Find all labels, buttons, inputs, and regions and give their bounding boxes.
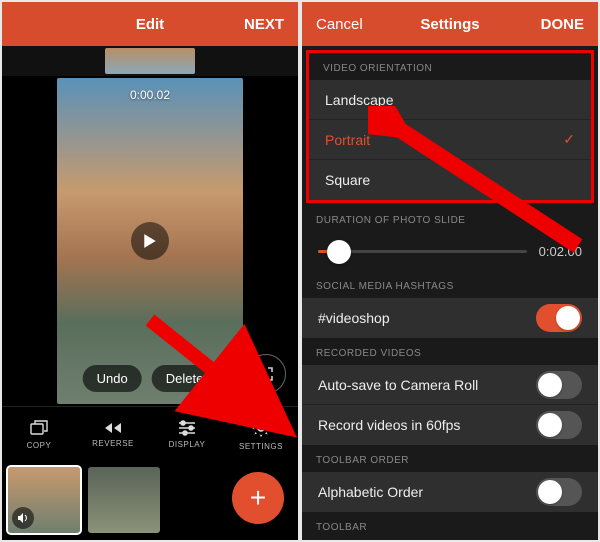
edit-header: Edit NEXT bbox=[2, 2, 298, 46]
duration-slider[interactable] bbox=[318, 250, 527, 253]
clip-thumb-1[interactable] bbox=[8, 467, 80, 533]
duration-value: 0:02.00 bbox=[539, 244, 582, 259]
tool-display[interactable]: DISPLAY bbox=[150, 407, 224, 462]
orientation-landscape[interactable]: Landscape bbox=[309, 80, 591, 120]
tool-copy[interactable]: COPY bbox=[2, 407, 76, 462]
settings-screen: Cancel Settings DONE VIDEO ORIENTATION L… bbox=[302, 2, 598, 540]
orientation-square[interactable]: Square bbox=[309, 160, 591, 200]
tool-copy-label: COPY bbox=[27, 441, 52, 450]
alphabetic-toggle[interactable] bbox=[536, 478, 582, 506]
tool-display-label: DISPLAY bbox=[169, 440, 206, 449]
slider-knob[interactable] bbox=[327, 240, 351, 264]
orientation-portrait[interactable]: Portrait✓ bbox=[309, 120, 591, 160]
hashtag-toggle[interactable] bbox=[536, 304, 582, 332]
orientation-group: Landscape Portrait✓ Square bbox=[309, 80, 591, 200]
add-clip-button[interactable]: + bbox=[232, 472, 284, 524]
display-icon bbox=[177, 420, 197, 436]
timecode: 0:00.02 bbox=[130, 88, 170, 102]
record60fps-row[interactable]: Record videos in 60fps bbox=[302, 405, 598, 445]
clip-thumb-2[interactable] bbox=[88, 467, 160, 533]
done-button[interactable]: DONE bbox=[541, 16, 584, 33]
undo-button[interactable]: Undo bbox=[83, 365, 142, 392]
tool-settings-label: SETTINGS bbox=[239, 442, 283, 451]
next-button[interactable]: NEXT bbox=[244, 16, 284, 33]
hashtags-section-title: SOCIAL MEDIA HASHTAGS bbox=[302, 271, 598, 298]
gear-icon bbox=[251, 418, 271, 438]
orientation-highlight: VIDEO ORIENTATION Landscape Portrait✓ Sq… bbox=[306, 50, 594, 203]
reverse-icon bbox=[102, 421, 124, 435]
copy-icon bbox=[29, 419, 49, 437]
orientation-section-title: VIDEO ORIENTATION bbox=[309, 53, 591, 80]
video-preview[interactable]: 0:00.02 Undo Delete bbox=[57, 78, 243, 404]
tool-settings[interactable]: SETTINGS bbox=[224, 407, 298, 462]
duration-section-title: DURATION OF PHOTO SLIDE bbox=[302, 205, 598, 232]
tool-reverse[interactable]: REVERSE bbox=[76, 407, 150, 462]
plus-icon: + bbox=[250, 482, 266, 514]
record60fps-toggle[interactable] bbox=[536, 411, 582, 439]
check-icon: ✓ bbox=[563, 131, 575, 148]
clip-audio-button[interactable] bbox=[12, 507, 34, 529]
play-button[interactable] bbox=[131, 222, 169, 260]
toolbar-section-title: TOOLBAR bbox=[302, 512, 598, 539]
delete-button[interactable]: Delete bbox=[152, 365, 218, 392]
speaker-icon bbox=[17, 512, 29, 524]
hashtag-videoshop[interactable]: #videoshop bbox=[302, 298, 598, 338]
autosave-toggle[interactable] bbox=[536, 371, 582, 399]
cancel-button[interactable]: Cancel bbox=[316, 16, 363, 33]
play-icon bbox=[143, 233, 157, 249]
settings-header: Cancel Settings DONE bbox=[302, 2, 598, 46]
toolbar-order-section-title: TOOLBAR ORDER bbox=[302, 445, 598, 472]
edit-screen: Edit NEXT 0:00.02 Undo Delete bbox=[2, 2, 298, 540]
video-stage: 0:00.02 Undo Delete bbox=[2, 76, 298, 406]
duration-slider-row: 0:02.00 bbox=[302, 232, 598, 271]
fullscreen-icon bbox=[258, 366, 274, 382]
edit-toolbar: COPY REVERSE DISPLAY SETTINGS bbox=[2, 406, 298, 462]
alphabetic-order-row[interactable]: Alphabetic Order bbox=[302, 472, 598, 512]
autosave-row[interactable]: Auto-save to Camera Roll bbox=[302, 365, 598, 405]
recorded-section-title: RECORDED VIDEOS bbox=[302, 338, 598, 365]
tool-reverse-label: REVERSE bbox=[92, 439, 134, 448]
clip-row: + bbox=[2, 462, 298, 538]
timeline-strip[interactable] bbox=[2, 46, 298, 76]
fullscreen-button[interactable] bbox=[246, 354, 286, 394]
